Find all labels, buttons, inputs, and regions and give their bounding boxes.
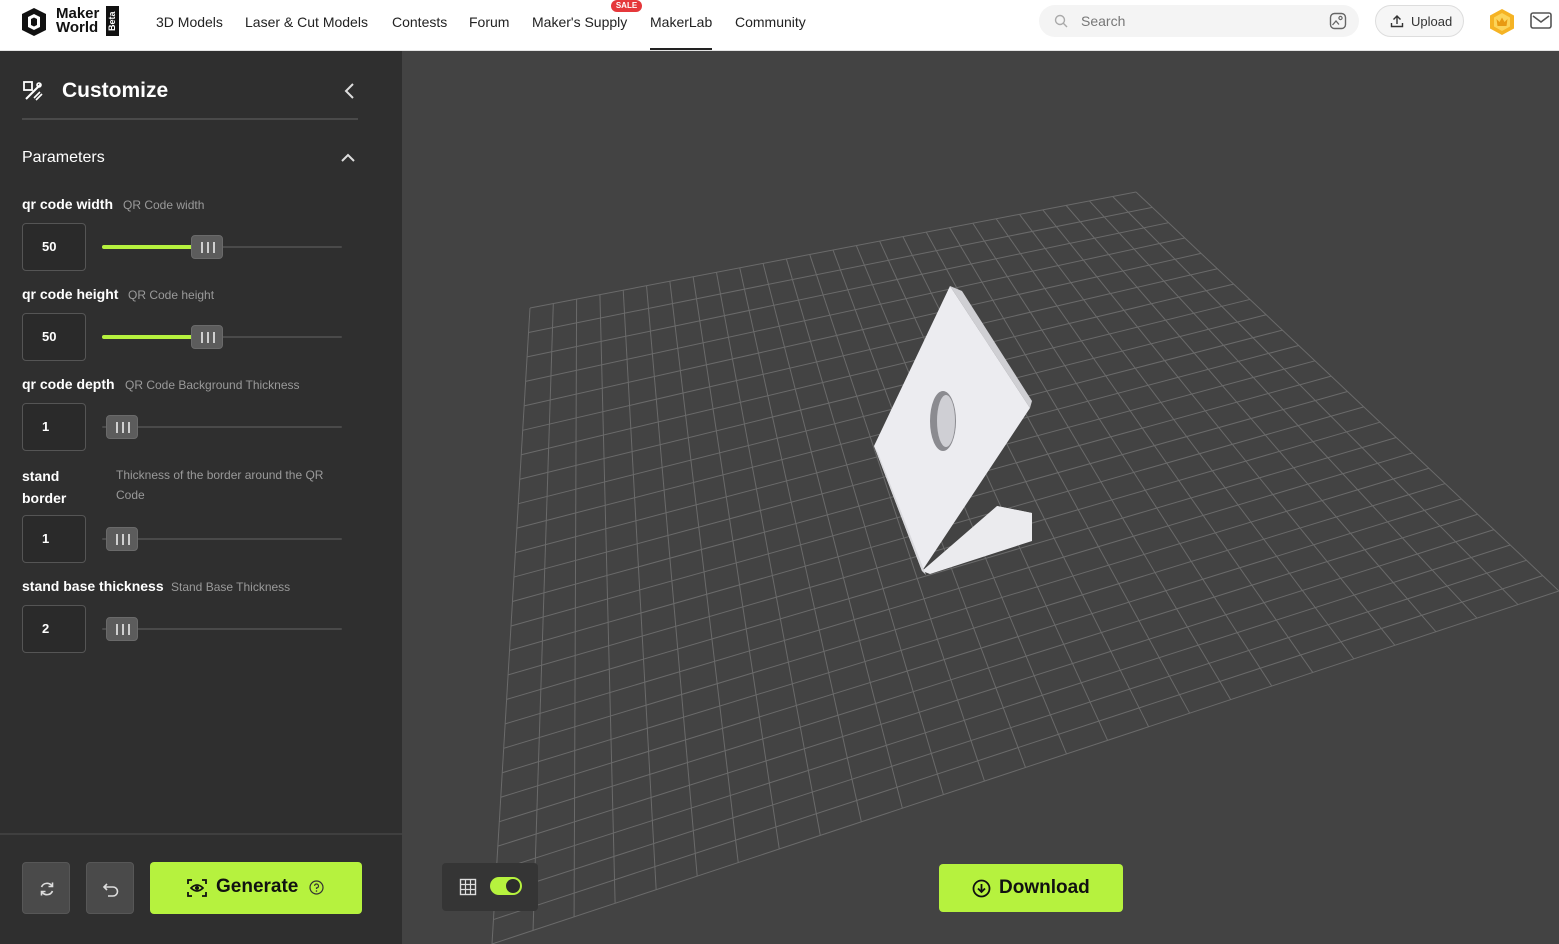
top-navigation-bar: Maker World Beta 3D Models Laser & Cut M… bbox=[0, 0, 1559, 51]
upload-label: Upload bbox=[1411, 14, 1453, 29]
makerworld-logo[interactable]: Maker World Beta bbox=[20, 6, 120, 38]
sidebar-header: Customize bbox=[22, 71, 358, 120]
param-description: QR Code height bbox=[128, 288, 215, 302]
param-name: qr code depth bbox=[22, 376, 115, 392]
logo-text: Maker World bbox=[56, 6, 99, 36]
param-value-input[interactable]: 50 bbox=[22, 313, 86, 361]
slider-thumb[interactable] bbox=[106, 617, 138, 641]
toggle-knob bbox=[506, 879, 520, 893]
logo-icon bbox=[22, 8, 46, 36]
param-name: stand base thickness bbox=[22, 578, 164, 594]
customize-sidebar: Customize Parameters qr code width QR Co… bbox=[0, 51, 402, 944]
sidebar-footer: Generate bbox=[0, 833, 402, 944]
undo-button[interactable] bbox=[86, 862, 134, 914]
nav-makerlab[interactable]: MakerLab bbox=[650, 14, 713, 50]
param-qr-code-height: qr code height QR Code height 50 bbox=[22, 286, 358, 366]
search-input[interactable] bbox=[1081, 11, 1311, 31]
help-icon[interactable] bbox=[309, 880, 324, 895]
reset-icon bbox=[40, 882, 54, 896]
nav-forum[interactable]: Forum bbox=[469, 14, 509, 50]
beta-badge: Beta bbox=[106, 6, 119, 36]
logo-text-line2: World bbox=[56, 19, 99, 36]
message-icon[interactable] bbox=[1530, 11, 1552, 31]
param-stand-base-thickness: stand base thickness Stand Base Thicknes… bbox=[22, 578, 358, 658]
nav-contests[interactable]: Contests bbox=[392, 14, 447, 50]
param-description: Thickness of the border around the QR Co… bbox=[116, 468, 324, 502]
customize-icon bbox=[23, 81, 43, 101]
grid-toggle[interactable] bbox=[490, 877, 522, 895]
slider-thumb[interactable] bbox=[191, 235, 223, 259]
image-search-icon[interactable] bbox=[1329, 12, 1347, 30]
download-button[interactable]: Download bbox=[939, 864, 1123, 912]
download-icon bbox=[972, 879, 991, 898]
slider-thumb[interactable] bbox=[106, 527, 138, 551]
chevron-left-icon[interactable] bbox=[342, 82, 358, 100]
param-name: qr code height bbox=[22, 286, 119, 302]
param-value-input[interactable]: 1 bbox=[22, 403, 86, 451]
parameters-title: Parameters bbox=[22, 149, 105, 166]
view-controls bbox=[442, 863, 538, 911]
nav-makers-supply[interactable]: Maker's Supply bbox=[532, 14, 627, 50]
param-qr-code-depth: qr code depth QR Code Background Thickne… bbox=[22, 376, 358, 456]
nav-laser-cut-models[interactable]: Laser & Cut Models bbox=[245, 14, 368, 50]
param-slider[interactable] bbox=[102, 415, 342, 439]
param-stand-border: stand border Thickness of the border aro… bbox=[22, 465, 358, 565]
nav-3d-models[interactable]: 3D Models bbox=[156, 14, 223, 50]
undo-icon bbox=[102, 883, 119, 897]
param-qr-code-width: qr code width QR Code width 50 bbox=[22, 196, 358, 276]
param-description: QR Code width bbox=[123, 198, 205, 212]
sidebar-title: Customize bbox=[62, 79, 169, 102]
param-name: qr code width bbox=[22, 196, 113, 212]
param-slider[interactable] bbox=[102, 527, 342, 551]
upload-button[interactable]: Upload bbox=[1375, 5, 1464, 37]
slider-track bbox=[102, 538, 342, 540]
chevron-up-icon[interactable] bbox=[340, 151, 356, 165]
param-description: QR Code Background Thickness bbox=[125, 378, 300, 392]
slider-thumb[interactable] bbox=[191, 325, 223, 349]
reset-button[interactable] bbox=[22, 862, 70, 914]
sale-badge: SALE bbox=[611, 0, 642, 12]
slider-track bbox=[102, 426, 342, 428]
model-preview[interactable] bbox=[402, 51, 1559, 944]
param-value-input[interactable]: 2 bbox=[22, 605, 86, 653]
parameters-section-header[interactable]: Parameters bbox=[22, 147, 358, 171]
param-slider[interactable] bbox=[102, 235, 342, 259]
param-description: Stand Base Thickness bbox=[171, 580, 291, 594]
param-name: stand border bbox=[22, 468, 67, 506]
download-label: Download bbox=[999, 877, 1090, 898]
generate-label: Generate bbox=[216, 876, 299, 897]
param-slider[interactable] bbox=[102, 325, 342, 349]
search-icon bbox=[1054, 14, 1068, 28]
crown-icon[interactable] bbox=[1489, 8, 1515, 36]
param-value-input[interactable]: 50 bbox=[22, 223, 86, 271]
generate-icon bbox=[187, 879, 207, 897]
nav-community[interactable]: Community bbox=[735, 14, 806, 50]
grid-icon[interactable] bbox=[459, 878, 477, 896]
slider-thumb[interactable] bbox=[106, 415, 138, 439]
search-bar bbox=[1039, 5, 1359, 37]
slider-track bbox=[102, 628, 342, 630]
param-value-input[interactable]: 1 bbox=[22, 515, 86, 563]
param-slider[interactable] bbox=[102, 617, 342, 641]
upload-icon bbox=[1390, 15, 1404, 28]
3d-viewport[interactable]: Download bbox=[402, 51, 1559, 944]
generate-button[interactable]: Generate bbox=[150, 862, 362, 914]
